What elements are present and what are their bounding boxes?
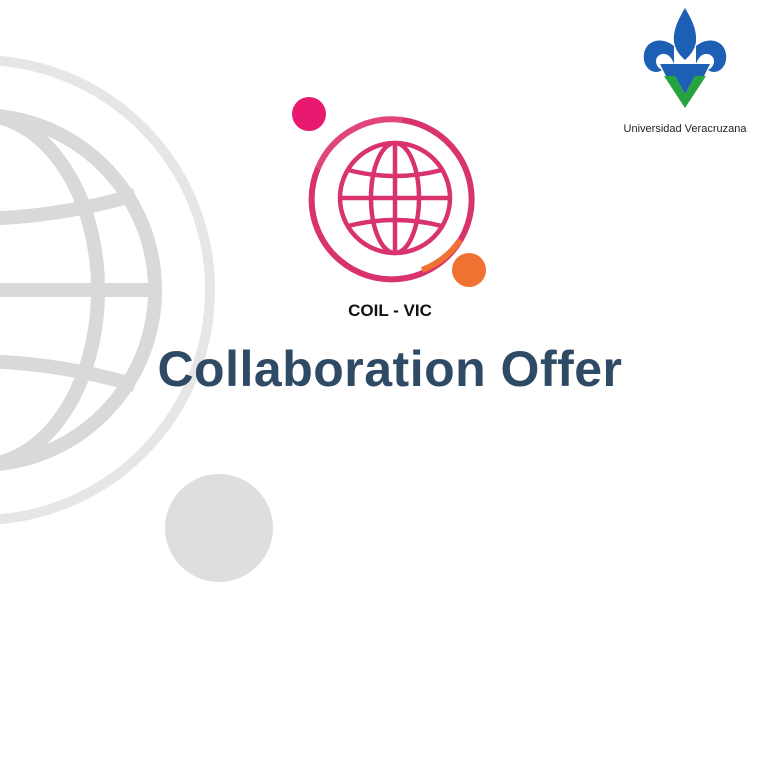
fleur-de-lis-icon: [643, 8, 727, 108]
globe-icon: [337, 140, 453, 256]
university-logo: Universidad Veracruzana: [610, 6, 760, 141]
program-label: COIL - VIC: [348, 301, 432, 320]
page-title: Collaboration Offer: [157, 341, 623, 397]
university-name: Universidad Veracruzana: [623, 123, 747, 135]
coil-globe-logo: [292, 97, 486, 287]
